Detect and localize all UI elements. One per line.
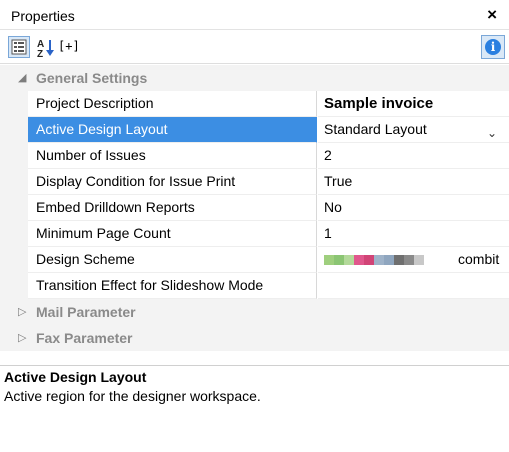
category-fax-parameter[interactable]: ▷ Fax Parameter — [0, 325, 509, 351]
property-value-dropdown[interactable]: Standard Layout ⌄ — [318, 117, 509, 143]
category-label: Mail Parameter — [36, 304, 136, 320]
dropdown-selected-value: Standard Layout — [324, 121, 427, 137]
info-icon: i — [485, 39, 501, 55]
scheme-swatch — [324, 255, 334, 265]
svg-text:Z: Z — [37, 49, 43, 58]
property-row-project-description[interactable]: Project Description Sample invoice — [0, 91, 509, 117]
property-row-embed-drilldown[interactable]: Embed Drilldown Reports No — [0, 195, 509, 221]
expand-all-label: [+] — [58, 39, 80, 53]
row-gutter — [0, 91, 28, 117]
sort-alphabetical-icon: A Z — [37, 39, 54, 58]
property-name: Number of Issues — [28, 143, 317, 169]
row-gutter — [0, 117, 28, 143]
collapse-triangle-icon: ◢ — [18, 72, 27, 84]
row-gutter — [0, 143, 28, 169]
panel-title: Properties — [11, 8, 75, 24]
row-gutter — [0, 273, 28, 299]
description-title: Active Design Layout — [4, 369, 147, 385]
scheme-swatch — [364, 255, 374, 265]
property-row-active-design-layout[interactable]: Active Design Layout Standard Layout ⌄ — [0, 117, 509, 143]
property-name: Embed Drilldown Reports — [28, 195, 317, 221]
description-text: Active region for the designer workspace… — [4, 388, 261, 404]
property-value-field[interactable]: Sample invoice — [318, 91, 509, 117]
panel-titlebar: Properties × — [0, 0, 509, 30]
color-scheme-swatches — [324, 255, 424, 265]
property-value-scheme[interactable]: combit — [318, 247, 509, 273]
property-row-number-of-issues[interactable]: Number of Issues 2 — [0, 143, 509, 169]
property-name: Design Scheme — [28, 247, 317, 273]
scheme-swatch — [354, 255, 364, 265]
expand-all-button[interactable]: [+] — [55, 36, 85, 58]
scheme-swatch — [344, 255, 354, 265]
property-value-field[interactable] — [318, 273, 509, 299]
property-row-design-scheme[interactable]: Design Scheme combit — [0, 247, 509, 273]
close-icon[interactable]: × — [487, 5, 497, 25]
scheme-swatch — [374, 255, 384, 265]
scheme-swatch — [404, 255, 414, 265]
property-name: Active Design Layout — [28, 117, 317, 143]
categorized-view-button[interactable] — [8, 36, 30, 58]
property-name: Project Description — [28, 91, 317, 117]
category-label: General Settings — [36, 70, 148, 86]
property-name: Display Condition for Issue Print — [28, 169, 317, 195]
expand-triangle-icon: ▷ — [18, 332, 27, 344]
property-name: Transition Effect for Slideshow Mode — [28, 273, 317, 299]
scheme-swatch — [394, 255, 404, 265]
sort-alphabetical-button[interactable]: A Z — [35, 36, 57, 58]
chevron-down-icon[interactable]: ⌄ — [487, 121, 497, 142]
description-toggle-button[interactable]: i — [481, 35, 505, 59]
property-value-field[interactable]: No — [318, 195, 509, 221]
row-gutter — [0, 169, 28, 195]
toolbar: A Z [+] i — [0, 30, 509, 64]
property-value-field[interactable]: 2 — [318, 143, 509, 169]
category-general-settings[interactable]: ◢ General Settings — [0, 65, 509, 91]
row-gutter — [0, 195, 28, 221]
property-row-display-condition[interactable]: Display Condition for Issue Print True — [0, 169, 509, 195]
expand-triangle-icon: ▷ — [18, 306, 27, 318]
description-panel: Active Design Layout Active region for t… — [0, 365, 509, 452]
scheme-swatch — [414, 255, 424, 265]
categorized-view-icon — [11, 39, 27, 55]
row-gutter — [0, 247, 28, 273]
property-row-minimum-page-count[interactable]: Minimum Page Count 1 — [0, 221, 509, 247]
property-name: Minimum Page Count — [28, 221, 317, 247]
scheme-swatch — [384, 255, 394, 265]
scheme-swatch — [334, 255, 344, 265]
category-mail-parameter[interactable]: ▷ Mail Parameter — [0, 299, 509, 325]
scheme-name: combit — [458, 251, 500, 267]
category-label: Fax Parameter — [36, 330, 133, 346]
property-value-field[interactable]: 1 — [318, 221, 509, 247]
row-gutter — [0, 221, 28, 247]
property-row-transition-effect[interactable]: Transition Effect for Slideshow Mode — [0, 273, 509, 299]
property-value-field[interactable]: True — [318, 169, 509, 195]
